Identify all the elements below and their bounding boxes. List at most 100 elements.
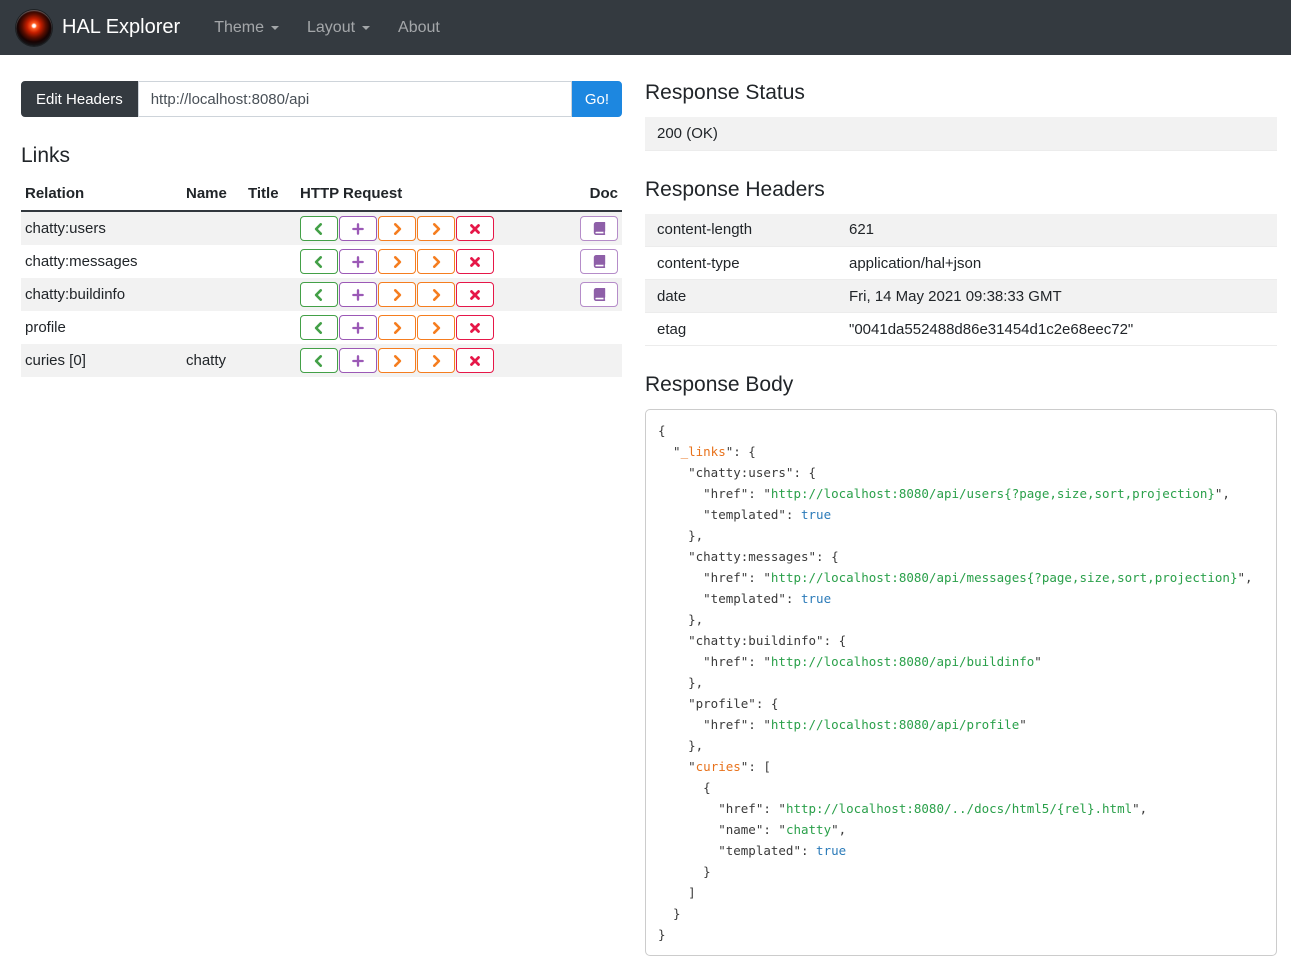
response-body-json: { "_links": { "chatty:users": { "href": … — [645, 409, 1277, 956]
col-title: Title — [244, 180, 296, 212]
app-brand[interactable]: HAL Explorer — [16, 9, 181, 46]
put-button[interactable] — [378, 216, 416, 241]
get-button[interactable] — [300, 249, 338, 274]
code-line: "templated": true — [658, 843, 847, 858]
http-request-cell — [296, 311, 576, 344]
links-table: Relation Name Title HTTP Request Doc cha… — [21, 180, 622, 377]
doc-cell — [576, 211, 622, 245]
get-button[interactable] — [300, 315, 338, 340]
patch-button[interactable] — [417, 315, 455, 340]
put-button[interactable] — [378, 315, 416, 340]
response-headers-table: content-length 621 content-type application… — [645, 213, 1277, 346]
x-icon — [470, 322, 480, 333]
patch-button[interactable] — [417, 249, 455, 274]
response-panel: Response Status 200 (OK) Response Header… — [645, 81, 1277, 956]
left-panel: Edit Headers Go! Links Relation Name Tit… — [21, 81, 622, 377]
header-value: Fri, 14 May 2021 09:38:33 GMT — [837, 279, 1277, 313]
put-button[interactable] — [378, 282, 416, 307]
doc-button[interactable] — [580, 216, 618, 241]
doc-cell — [576, 245, 622, 278]
http-request-cell — [296, 344, 576, 377]
chevron-right-icon — [432, 288, 441, 301]
url-input[interactable] — [137, 81, 572, 117]
app-title: HAL Explorer — [62, 16, 181, 38]
chevron-left-icon — [314, 321, 323, 334]
go-button[interactable]: Go! — [571, 81, 622, 117]
post-button[interactable] — [339, 315, 377, 340]
code-line: } — [658, 906, 681, 921]
status-value: 200 (OK) — [645, 117, 1277, 151]
book-icon — [593, 255, 605, 268]
name-cell: chatty — [186, 352, 227, 369]
navbar: HAL Explorer Theme Layout About — [0, 0, 1291, 55]
patch-button[interactable] — [417, 216, 455, 241]
post-button[interactable] — [339, 348, 377, 373]
nav-item-layout[interactable]: Layout — [293, 11, 384, 45]
chevron-left-icon — [314, 354, 323, 367]
header-value: 621 — [837, 213, 1277, 247]
patch-button[interactable] — [417, 282, 455, 307]
title-cell — [244, 278, 296, 311]
code-line: }, — [658, 675, 704, 690]
code-line: ] — [658, 885, 696, 900]
nav-item-about[interactable]: About — [384, 11, 454, 45]
x-icon — [470, 289, 480, 300]
header-name: date — [645, 279, 837, 313]
header-name: content-type — [645, 246, 837, 280]
delete-button[interactable] — [456, 216, 494, 241]
code-line: "href": "http://localhost:8080/api/users… — [658, 486, 1230, 501]
chevron-right-icon — [393, 222, 402, 235]
doc-cell — [576, 344, 622, 377]
put-button[interactable] — [378, 348, 416, 373]
delete-button[interactable] — [456, 348, 494, 373]
code-line: }, — [658, 612, 704, 627]
header-row: date Fri, 14 May 2021 09:38:33 GMT — [645, 279, 1277, 313]
patch-button[interactable] — [417, 348, 455, 373]
code-line: "name": "chatty", — [658, 822, 847, 837]
code-line: "_links": { — [658, 444, 756, 459]
nav-item-theme[interactable]: Theme — [200, 11, 293, 45]
post-button[interactable] — [339, 282, 377, 307]
relation-cell: chatty:messages — [25, 253, 138, 270]
hal-eye-logo-icon — [16, 9, 52, 46]
doc-button[interactable] — [580, 249, 618, 274]
post-button[interactable] — [339, 249, 377, 274]
relation-cell: profile — [25, 319, 66, 336]
col-doc: Doc — [576, 180, 622, 212]
edit-headers-button[interactable]: Edit Headers — [21, 81, 138, 117]
table-row: chatty:messages — [21, 245, 622, 278]
doc-cell — [576, 311, 622, 344]
get-button[interactable] — [300, 216, 338, 241]
delete-button[interactable] — [456, 282, 494, 307]
name-cell — [182, 278, 244, 311]
http-request-cell — [296, 278, 576, 311]
chevron-right-icon — [432, 354, 441, 367]
code-line: "profile": { — [658, 696, 779, 711]
doc-button[interactable] — [580, 282, 618, 307]
delete-button[interactable] — [456, 249, 494, 274]
delete-button[interactable] — [456, 315, 494, 340]
get-button[interactable] — [300, 348, 338, 373]
chevron-right-icon — [432, 255, 441, 268]
doc-cell — [576, 278, 622, 311]
code-line: }, — [658, 738, 704, 753]
code-line: "href": "http://localhost:8080/api/messa… — [658, 570, 1253, 585]
chevron-right-icon — [393, 354, 402, 367]
code-line: }, — [658, 528, 704, 543]
post-button[interactable] — [339, 216, 377, 241]
book-icon — [593, 288, 605, 301]
col-http-request: HTTP Request — [296, 180, 576, 212]
code-line: "chatty:users": { — [658, 465, 817, 480]
put-button[interactable] — [378, 249, 416, 274]
header-row: etag "0041da552488d86e31454d1c2e68eec72" — [645, 312, 1277, 346]
chevron-left-icon — [314, 255, 323, 268]
code-line: "templated": true — [658, 591, 832, 606]
request-bar: Edit Headers Go! — [21, 81, 622, 117]
code-line: "curies": [ — [658, 759, 771, 774]
caret-down-icon — [271, 25, 279, 30]
plus-icon — [352, 288, 364, 301]
header-name: etag — [645, 312, 837, 346]
header-row: content-length 621 — [645, 213, 1277, 247]
get-button[interactable] — [300, 282, 338, 307]
response-headers-heading: Response Headers — [645, 177, 825, 201]
